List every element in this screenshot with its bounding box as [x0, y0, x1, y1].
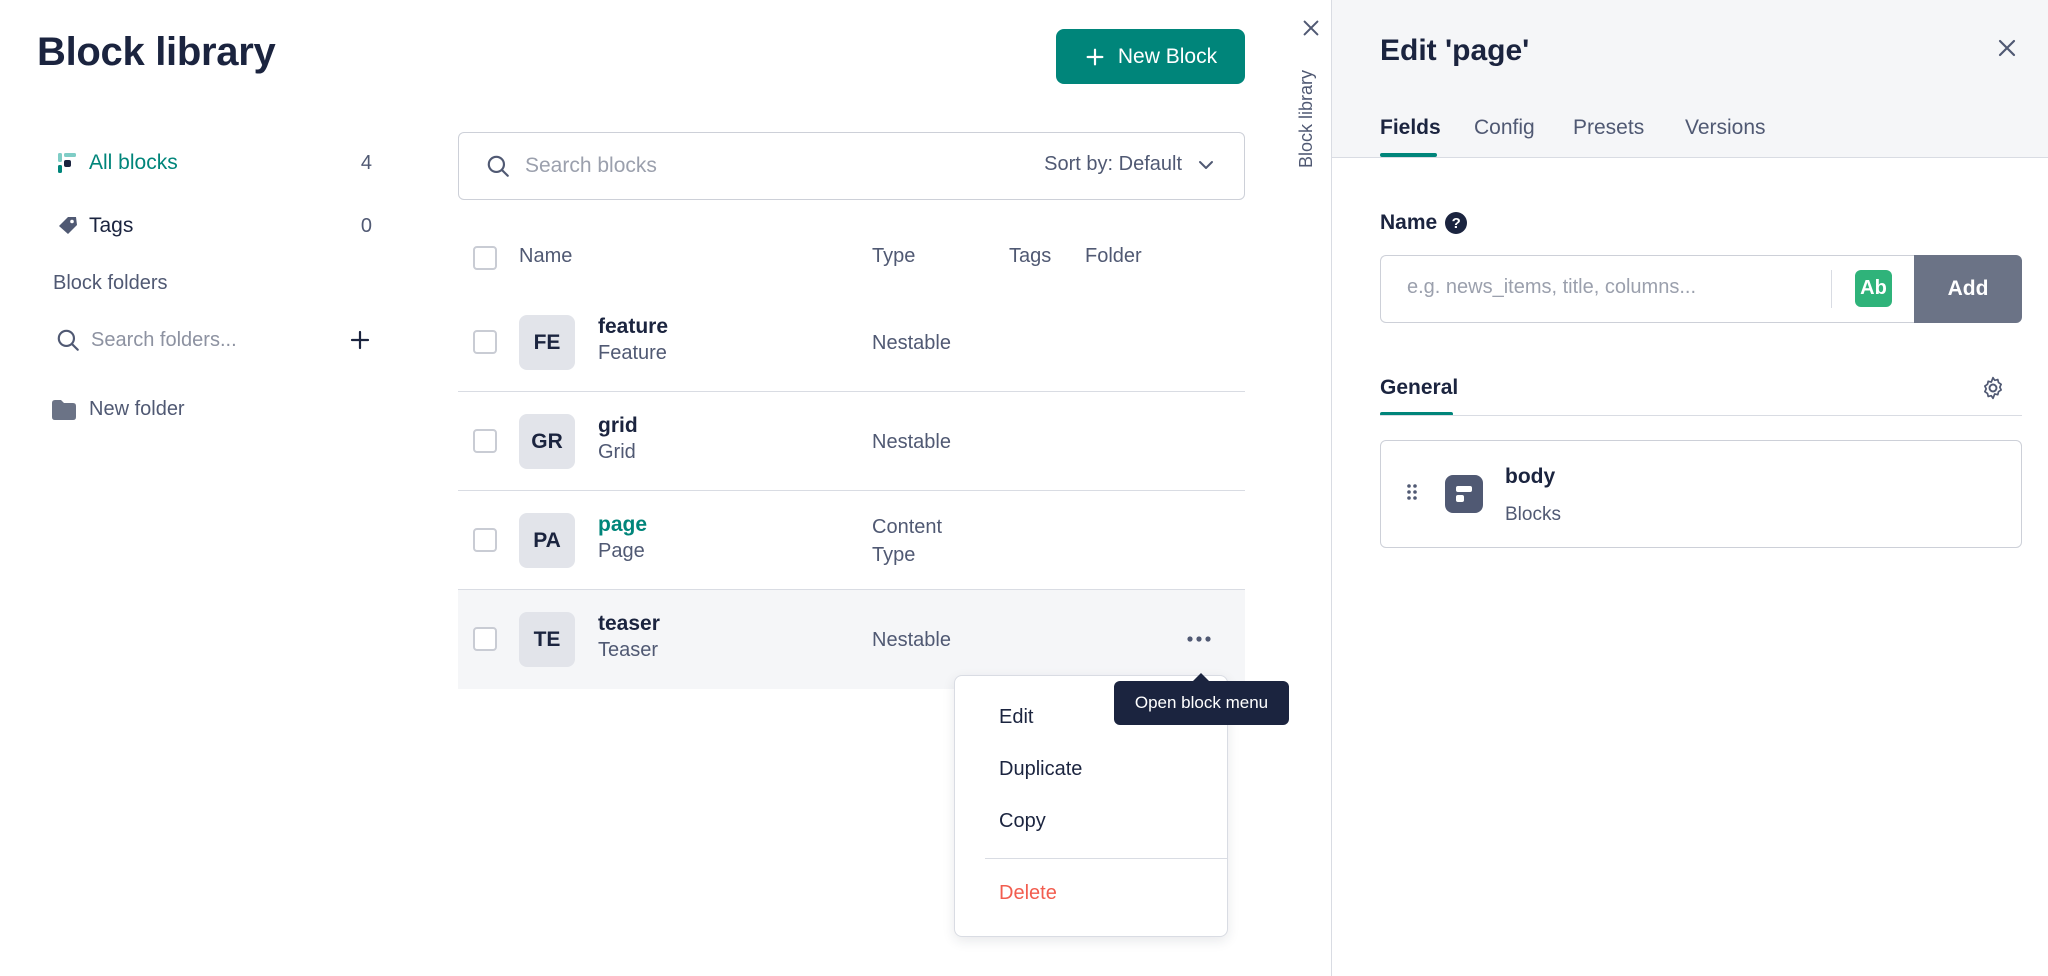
menu-divider	[985, 858, 1227, 859]
search-icon	[487, 155, 509, 177]
block-name[interactable]: feature	[598, 315, 668, 339]
tab-fields[interactable]: Fields	[1380, 116, 1441, 140]
close-icon[interactable]	[1995, 36, 2019, 60]
gear-icon[interactable]	[1980, 375, 2006, 401]
block-name[interactable]: page	[598, 513, 647, 537]
edit-header: Edit 'page' Fields Config Presets Versio…	[1332, 0, 2048, 158]
tab-presets[interactable]: Presets	[1573, 116, 1644, 140]
input-separator	[1831, 270, 1832, 308]
name-field-label: Name ?	[1380, 211, 1468, 235]
field-name-input-wrapper: Ab	[1380, 255, 1914, 323]
chevron-down-icon	[1199, 160, 1213, 169]
row-checkbox[interactable]	[473, 429, 497, 453]
select-all-checkbox[interactable]	[473, 246, 497, 270]
menu-item-delete[interactable]: Delete	[999, 882, 1057, 905]
blocks-field-icon	[1445, 475, 1483, 513]
block-menu-tooltip: Open block menu	[1114, 673, 1289, 725]
block-type-line: Type	[872, 544, 916, 566]
row-checkbox[interactable]	[473, 528, 497, 552]
close-icon[interactable]	[1300, 17, 1322, 39]
folder-label: New folder	[89, 398, 185, 420]
block-type-line: Content	[872, 516, 943, 538]
block-type: Nestable	[872, 431, 951, 453]
tab-config[interactable]: Config	[1474, 116, 1535, 140]
block-display-name: Page	[598, 540, 645, 562]
field-name: body	[1505, 465, 1556, 488]
field-card[interactable]: body Blocks	[1380, 440, 2022, 548]
field-type-selector[interactable]: Ab	[1855, 270, 1892, 307]
block-library-panel: Block library New Block All blocks 4 Tag…	[0, 0, 1289, 976]
block-search-input[interactable]	[525, 154, 1005, 178]
tag-icon	[55, 213, 81, 239]
block-avatar: TE	[519, 612, 575, 667]
menu-item-edit[interactable]: Edit	[999, 706, 1033, 729]
field-type: Blocks	[1505, 504, 1561, 525]
block-avatar: FE	[519, 315, 575, 370]
block-display-name: Grid	[598, 441, 636, 463]
folders-heading: Block folders	[53, 272, 168, 294]
table-row[interactable]: PA page Page Content Type	[458, 491, 1245, 590]
more-horizontal-icon	[1187, 636, 1211, 642]
tab-general[interactable]: General	[1380, 376, 1458, 400]
sidebar-item-label: All blocks	[89, 151, 178, 174]
block-name[interactable]: teaser	[598, 612, 660, 636]
edit-title: Edit 'page'	[1380, 34, 1530, 67]
block-search: Sort by: Default	[458, 132, 1245, 200]
all-blocks-count: 4	[360, 151, 372, 174]
field-name-input[interactable]	[1407, 276, 1807, 299]
folder-icon	[52, 399, 76, 420]
block-avatar: PA	[519, 513, 575, 568]
new-block-button[interactable]: New Block	[1056, 29, 1245, 84]
add-folder-icon[interactable]	[348, 328, 372, 352]
block-display-name: Teaser	[598, 639, 659, 661]
column-header-tags[interactable]: Tags	[1009, 245, 1051, 268]
block-menu-button[interactable]	[1184, 626, 1214, 652]
block-name[interactable]: grid	[598, 414, 638, 438]
help-icon[interactable]: ?	[1445, 212, 1468, 234]
menu-item-duplicate[interactable]: Duplicate	[999, 758, 1082, 781]
block-library-side-tab[interactable]: Block library	[1296, 70, 1317, 168]
sort-dropdown[interactable]: Sort by: Default	[1044, 153, 1216, 176]
section-divider	[1380, 415, 2022, 416]
search-icon	[57, 329, 79, 351]
page-title: Block library	[37, 30, 276, 74]
row-checkbox[interactable]	[473, 627, 497, 651]
block-avatar: GR	[519, 414, 575, 469]
folder-search	[55, 322, 375, 358]
active-tab-indicator	[1380, 153, 1437, 157]
add-field-button[interactable]: Add	[1914, 255, 2022, 323]
tags-count: 0	[360, 214, 372, 237]
column-header-folder[interactable]: Folder	[1085, 245, 1142, 268]
edit-block-panel: Edit 'page' Fields Config Presets Versio…	[1331, 0, 2048, 976]
column-header-type[interactable]: Type	[872, 245, 915, 268]
block-type: Content Type	[872, 513, 942, 569]
folder-search-input[interactable]	[91, 328, 321, 352]
name-label-text: Name	[1380, 211, 1438, 234]
plus-icon	[1086, 48, 1104, 65]
row-checkbox[interactable]	[473, 330, 497, 354]
block-type: Nestable	[872, 332, 951, 354]
block-type: Nestable	[872, 629, 951, 651]
folder-item-new-folder[interactable]: New folder	[51, 398, 185, 421]
table-row[interactable]: GR grid Grid Nestable	[458, 392, 1245, 491]
table-row[interactable]: FE feature Feature Nestable	[458, 293, 1245, 392]
sort-label: Sort by: Default	[1044, 153, 1182, 175]
block-display-name: Feature	[598, 342, 667, 364]
column-header-name[interactable]: Name	[519, 245, 572, 268]
menu-item-copy[interactable]: Copy	[999, 810, 1046, 833]
new-block-label: New Block	[1117, 44, 1218, 68]
tab-versions[interactable]: Versions	[1685, 116, 1766, 140]
sidebar-item-all-blocks[interactable]: All blocks 4	[55, 145, 375, 181]
drag-handle-icon[interactable]	[1405, 482, 1419, 502]
all-blocks-icon	[55, 150, 81, 176]
sidebar-item-label: Tags	[89, 214, 134, 237]
sidebar-item-tags[interactable]: Tags 0	[55, 208, 375, 244]
